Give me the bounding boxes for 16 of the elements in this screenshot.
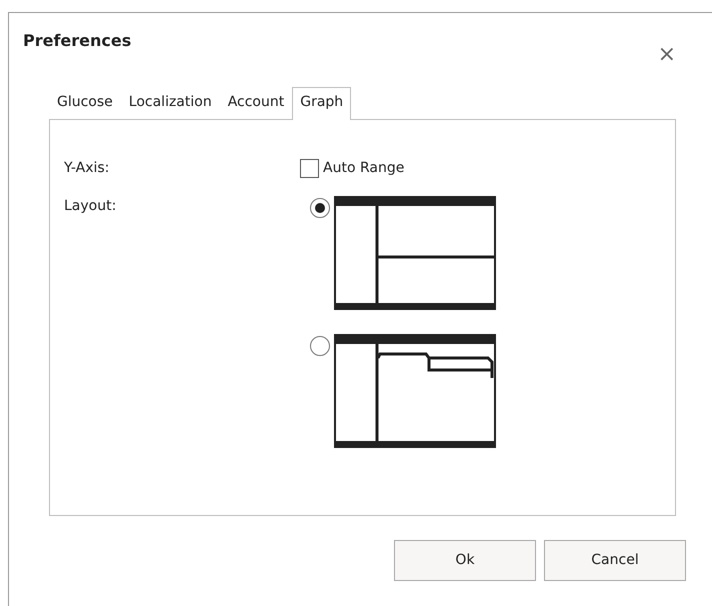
dialog-button[interactable]: Ok [394,540,536,581]
tab[interactable]: Localization [120,87,220,119]
tab[interactable]: Glucose [49,87,121,119]
layout-label: Layout: [64,198,116,214]
split-layout-icon[interactable] [334,196,496,310]
tab[interactable]: Account [220,87,292,119]
layout-radio[interactable] [310,198,330,218]
dialog-button[interactable]: Cancel [544,540,686,581]
layout-radio[interactable] [310,336,330,356]
auto-range-checkbox[interactable] [300,158,319,178]
dialog-title: Preferences [23,30,132,52]
auto-range-label[interactable]: Auto Range [323,158,404,178]
close-button[interactable]: × [658,25,676,85]
y-axis-label: Y-Axis: [64,160,110,176]
tab[interactable]: Graph [292,87,352,120]
tabbed-layout-icon[interactable] [334,334,496,448]
